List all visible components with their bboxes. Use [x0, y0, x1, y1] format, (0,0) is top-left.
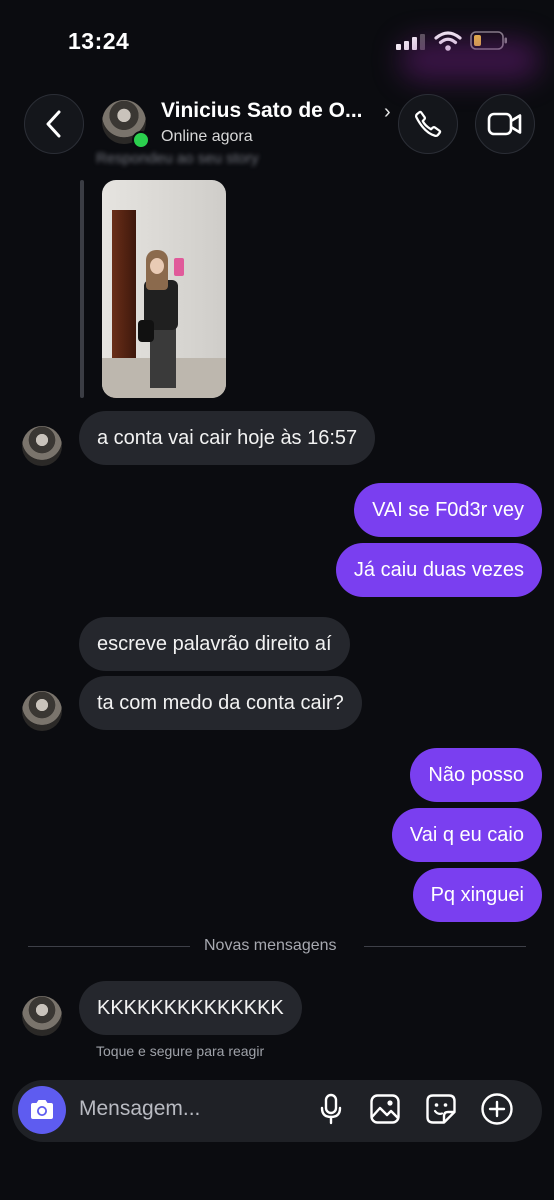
new-messages-divider: Novas mensagens [204, 937, 337, 954]
video-icon [487, 112, 522, 136]
message-bubble-outgoing[interactable]: Não posso [410, 748, 542, 802]
message-bubble-outgoing[interactable]: Pq xinguei [412, 868, 542, 922]
online-status: Online agora [161, 128, 253, 145]
divider-line-right [364, 946, 526, 947]
message-bubble-incoming[interactable]: escreve palavrão direito aí [79, 617, 350, 671]
sticker-icon [426, 1094, 456, 1124]
gallery-button[interactable] [368, 1092, 402, 1126]
story-reply-label: Respondeu ao seu story [96, 150, 259, 167]
message-bubble-incoming[interactable]: a conta vai cair hoje às 16:57 [79, 411, 376, 465]
sender-avatar[interactable] [22, 426, 62, 466]
reaction-hint: Toque e segure para reagir [96, 1043, 265, 1059]
gallery-icon [370, 1094, 400, 1124]
camera-icon [31, 1100, 53, 1119]
sender-avatar[interactable] [22, 691, 62, 731]
microphone-icon [320, 1093, 342, 1125]
story-reply-bar [80, 180, 84, 398]
chevron-right-icon[interactable]: › [384, 101, 391, 124]
back-icon [46, 110, 61, 138]
message-bubble-incoming[interactable]: KKKKKKKKKKKKKK [79, 981, 302, 1035]
notification-glow [400, 40, 540, 80]
camera-button[interactable] [18, 1086, 66, 1134]
message-bubble-outgoing[interactable]: VAI se F0d3r vey [354, 483, 542, 537]
message-input[interactable]: Mensagem... [79, 1097, 200, 1121]
message-bubble-outgoing[interactable]: Já caiu duas vezes [335, 543, 542, 597]
message-bubble-outgoing[interactable]: Vai q eu caio [391, 808, 542, 862]
microphone-button[interactable] [314, 1092, 348, 1126]
online-indicator [132, 131, 150, 149]
story-thumbnail[interactable] [102, 180, 226, 398]
status-time: 13:24 [68, 28, 130, 54]
add-button[interactable] [480, 1092, 514, 1126]
voice-call-button[interactable] [398, 94, 458, 154]
video-call-button[interactable] [475, 94, 535, 154]
add-icon [481, 1093, 513, 1125]
back-button[interactable] [24, 94, 84, 154]
sender-avatar[interactable] [22, 996, 62, 1036]
sticker-button[interactable] [424, 1092, 458, 1126]
divider-line-left [28, 946, 190, 947]
phone-icon [414, 110, 442, 138]
contact-name[interactable]: Vinicius Sato de O... [161, 99, 381, 123]
message-bubble-incoming[interactable]: ta com medo da conta cair? [79, 676, 362, 730]
